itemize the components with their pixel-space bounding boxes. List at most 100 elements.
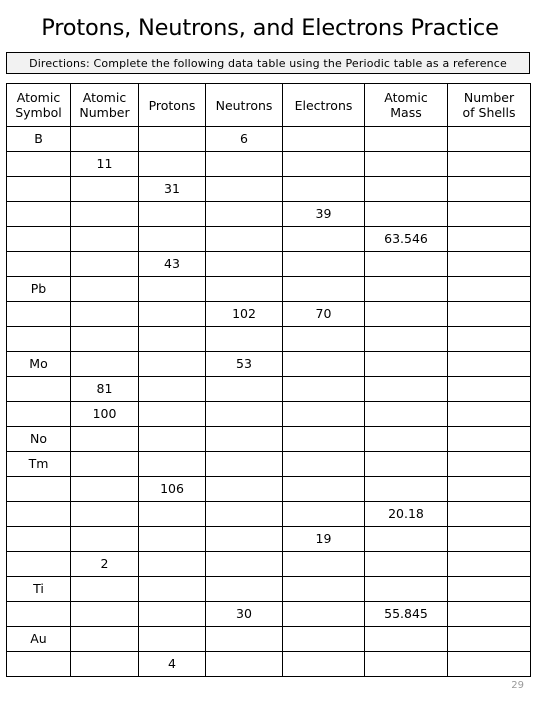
cell-shells[interactable] [447,151,531,177]
cell-electrons[interactable] [282,476,365,502]
cell-electrons[interactable] [282,351,365,377]
cell-electrons[interactable] [282,651,365,677]
cell-number[interactable]: 11 [70,151,139,177]
cell-neutrons[interactable]: 6 [205,126,283,152]
cell-protons[interactable] [138,576,206,602]
cell-number[interactable] [70,626,139,652]
cell-protons[interactable] [138,451,206,477]
cell-electrons[interactable] [282,176,365,202]
cell-protons[interactable] [138,351,206,377]
cell-shells[interactable] [447,451,531,477]
cell-number[interactable] [70,526,139,552]
cell-electrons[interactable] [282,226,365,252]
cell-protons[interactable]: 43 [138,251,206,277]
cell-mass[interactable] [364,526,448,552]
cell-neutrons[interactable] [205,526,283,552]
cell-mass[interactable] [364,301,448,327]
cell-neutrons[interactable] [205,426,283,452]
cell-mass[interactable] [364,276,448,302]
cell-mass[interactable] [364,576,448,602]
cell-number[interactable] [70,651,139,677]
cell-number[interactable] [70,126,139,152]
cell-electrons[interactable] [282,626,365,652]
cell-neutrons[interactable]: 102 [205,301,283,327]
cell-mass[interactable] [364,351,448,377]
cell-electrons[interactable] [282,501,365,527]
cell-electrons[interactable] [282,551,365,577]
cell-shells[interactable] [447,276,531,302]
cell-neutrons[interactable] [205,201,283,227]
cell-mass[interactable] [364,401,448,427]
cell-protons[interactable] [138,301,206,327]
cell-symbol[interactable] [6,176,71,202]
cell-protons[interactable] [138,551,206,577]
cell-number[interactable] [70,601,139,627]
cell-mass[interactable]: 63.546 [364,226,448,252]
cell-electrons[interactable] [282,376,365,402]
cell-symbol[interactable]: Au [6,626,71,652]
cell-electrons[interactable] [282,401,365,427]
cell-number[interactable] [70,476,139,502]
cell-neutrons[interactable]: 30 [205,601,283,627]
cell-mass[interactable]: 20.18 [364,501,448,527]
cell-electrons[interactable] [282,451,365,477]
cell-symbol[interactable] [6,251,71,277]
cell-shells[interactable] [447,401,531,427]
cell-neutrons[interactable] [205,651,283,677]
cell-symbol[interactable] [6,501,71,527]
cell-protons[interactable] [138,626,206,652]
cell-symbol[interactable]: Pb [6,276,71,302]
cell-neutrons[interactable] [205,401,283,427]
cell-symbol[interactable] [6,226,71,252]
cell-protons[interactable]: 31 [138,176,206,202]
cell-shells[interactable] [447,651,531,677]
cell-neutrons[interactable] [205,251,283,277]
cell-neutrons[interactable] [205,501,283,527]
cell-mass[interactable] [364,201,448,227]
cell-electrons[interactable] [282,601,365,627]
cell-protons[interactable] [138,501,206,527]
cell-symbol[interactable] [6,651,71,677]
cell-neutrons[interactable] [205,376,283,402]
cell-symbol[interactable] [6,476,71,502]
cell-symbol[interactable]: Ti [6,576,71,602]
cell-neutrons[interactable] [205,451,283,477]
cell-protons[interactable] [138,526,206,552]
cell-mass[interactable]: 55.845 [364,601,448,627]
cell-neutrons[interactable] [205,226,283,252]
cell-electrons[interactable] [282,151,365,177]
cell-neutrons[interactable] [205,151,283,177]
cell-shells[interactable] [447,201,531,227]
cell-shells[interactable] [447,301,531,327]
cell-number[interactable] [70,351,139,377]
cell-number[interactable] [70,501,139,527]
cell-protons[interactable] [138,426,206,452]
cell-number[interactable] [70,276,139,302]
cell-electrons[interactable]: 39 [282,201,365,227]
cell-shells[interactable] [447,251,531,277]
cell-shells[interactable] [447,626,531,652]
cell-protons[interactable] [138,126,206,152]
cell-shells[interactable] [447,176,531,202]
cell-neutrons[interactable]: 53 [205,351,283,377]
cell-shells[interactable] [447,226,531,252]
cell-shells[interactable] [447,126,531,152]
cell-number[interactable]: 81 [70,376,139,402]
cell-number[interactable] [70,426,139,452]
cell-number[interactable] [70,326,139,352]
cell-mass[interactable] [364,651,448,677]
cell-symbol[interactable] [6,526,71,552]
cell-symbol[interactable] [6,326,71,352]
cell-number[interactable] [70,226,139,252]
cell-mass[interactable] [364,476,448,502]
cell-protons[interactable] [138,151,206,177]
cell-shells[interactable] [447,376,531,402]
cell-symbol[interactable] [6,551,71,577]
cell-shells[interactable] [447,601,531,627]
cell-mass[interactable] [364,626,448,652]
cell-number[interactable] [70,251,139,277]
cell-number[interactable] [70,176,139,202]
cell-protons[interactable] [138,326,206,352]
cell-electrons[interactable] [282,576,365,602]
cell-electrons[interactable]: 70 [282,301,365,327]
